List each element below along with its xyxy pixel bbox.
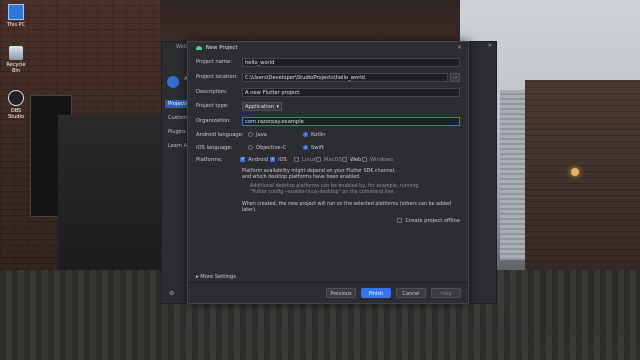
chevron-down-icon: ▾ <box>276 104 279 110</box>
radio-swift[interactable]: Swift <box>303 144 324 153</box>
radio-objective-c[interactable]: Objective-C <box>248 144 286 153</box>
project-location-row: Project location: C:\Users\Developer\Stu… <box>196 73 460 82</box>
browse-button[interactable]: ... <box>450 73 460 82</box>
radio-indicator <box>303 145 308 150</box>
more-settings-toggle[interactable]: ▸ More Settings <box>196 274 236 280</box>
checkbox-label: Create project offline <box>405 218 460 224</box>
ios-language-label: iOS language: <box>196 145 233 151</box>
radio-java[interactable]: Java <box>248 131 267 140</box>
desktop-icon-this-pc[interactable]: This PC <box>4 4 28 28</box>
create-offline-checkbox[interactable]: Create project offline <box>397 218 460 224</box>
computer-icon <box>8 4 24 20</box>
dialog-title: New Project <box>205 45 238 51</box>
checkbox-label: Windows <box>370 157 394 163</box>
sidebar-item-plugins[interactable]: Plugins <box>168 129 186 135</box>
cancel-button[interactable]: Cancel <box>396 288 426 298</box>
android-icon <box>196 45 202 50</box>
ide-close-icon[interactable]: ✕ <box>488 43 492 49</box>
project-name-row: Project name: hello_world <box>196 58 460 67</box>
ios-language-row: iOS language: Objective-C Swift <box>196 144 460 153</box>
android-language-row: Android language: Java Kotlin <box>196 131 460 140</box>
platforms-row: Platforms: Android iOS Linux MacOS Web W… <box>196 155 460 165</box>
radio-indicator <box>248 145 253 150</box>
checkbox-indicator <box>316 157 321 162</box>
radio-indicator <box>303 132 308 137</box>
checkbox-web[interactable]: Web <box>342 156 361 165</box>
street-lamp <box>571 168 579 176</box>
project-name-input[interactable]: hello_world <box>242 58 460 67</box>
radio-label: Objective-C <box>256 145 287 151</box>
platforms-label: Platforms: <box>196 157 223 163</box>
desktop-icon-obs[interactable]: OBS Studio <box>4 90 28 120</box>
chevron-right-icon: ▸ <box>196 274 199 280</box>
checkbox-indicator <box>240 155 245 164</box>
desktop-icon-recycle-bin[interactable]: Recycle Bin <box>4 46 28 74</box>
note-line: and which desktop platforms have been en… <box>242 175 361 180</box>
organization-row: Organization: com.razorpay.example <box>196 117 460 126</box>
checkbox-label: Android <box>248 157 269 163</box>
checkbox-label: iOS <box>278 157 287 163</box>
project-type-select[interactable]: Application ▾ <box>242 102 282 111</box>
obs-icon <box>8 90 24 106</box>
checkbox-linux[interactable]: Linux <box>294 156 316 165</box>
radio-label: Java <box>256 132 267 138</box>
desktop-icon-label: This PC <box>6 22 26 28</box>
project-type-value: Application <box>245 104 274 110</box>
radio-label: Kotlin <box>311 132 326 138</box>
project-type-row: Project type: Application ▾ <box>196 102 460 111</box>
description-label: Description: <box>196 89 228 95</box>
checkbox-indicator <box>362 157 367 162</box>
more-settings-label: More Settings <box>200 274 237 280</box>
desktop-platforms-note: Additional desktop platforms can be enab… <box>250 184 460 196</box>
note-line: "flutter config --enable-linux-desktop" … <box>250 190 395 195</box>
checkbox-windows[interactable]: Windows <box>362 156 393 165</box>
radio-label: Swift <box>311 145 324 151</box>
checkbox-label: Linux <box>302 157 316 163</box>
checkbox-indicator <box>342 157 347 162</box>
project-location-input[interactable]: C:\Users\Developer\StudioProjects\hello_… <box>242 73 448 82</box>
description-input[interactable]: A new Flutter project. <box>242 88 460 97</box>
checkbox-indicator <box>270 155 275 164</box>
created-note: When created, the new project will run o… <box>242 202 452 213</box>
desktop-icon-label: Recycle Bin <box>6 62 26 74</box>
help-button[interactable]: Help <box>431 288 461 298</box>
desktop-icon-label: OBS Studio <box>8 108 24 120</box>
checkbox-android[interactable]: Android <box>240 155 269 165</box>
checkbox-macos[interactable]: MacOS <box>316 156 342 165</box>
checkbox-ios[interactable]: iOS <box>270 155 287 165</box>
checkbox-indicator <box>294 157 299 162</box>
finish-button[interactable]: Finish <box>361 288 391 298</box>
radio-indicator <box>248 132 253 137</box>
gear-icon[interactable]: ⚙ <box>169 290 174 297</box>
ide-logo-icon <box>167 76 179 88</box>
radio-kotlin[interactable]: Kotlin <box>303 131 326 140</box>
checkbox-indicator <box>397 218 403 223</box>
footer-divider <box>188 282 468 283</box>
platform-availability-note: Platform availability might depend on yo… <box>242 169 452 181</box>
project-location-label: Project location: <box>196 74 238 80</box>
organization-input[interactable]: com.razorpay.example <box>242 117 460 126</box>
close-icon[interactable]: ✕ <box>457 42 462 54</box>
project-name-label: Project name: <box>196 59 232 65</box>
recycle-bin-icon <box>9 46 23 60</box>
description-row: Description: A new Flutter project. <box>196 88 460 97</box>
dialog-titlebar: New Project ✕ <box>188 42 468 54</box>
android-language-label: Android language: <box>196 132 244 138</box>
checkbox-label: Web <box>350 157 362 163</box>
organization-label: Organization: <box>196 118 231 124</box>
project-type-label: Project type: <box>196 103 229 109</box>
checkbox-label: MacOS <box>324 157 342 163</box>
previous-button[interactable]: Previous <box>326 288 356 298</box>
new-project-dialog: New Project ✕ Project name: hello_world … <box>187 41 469 304</box>
